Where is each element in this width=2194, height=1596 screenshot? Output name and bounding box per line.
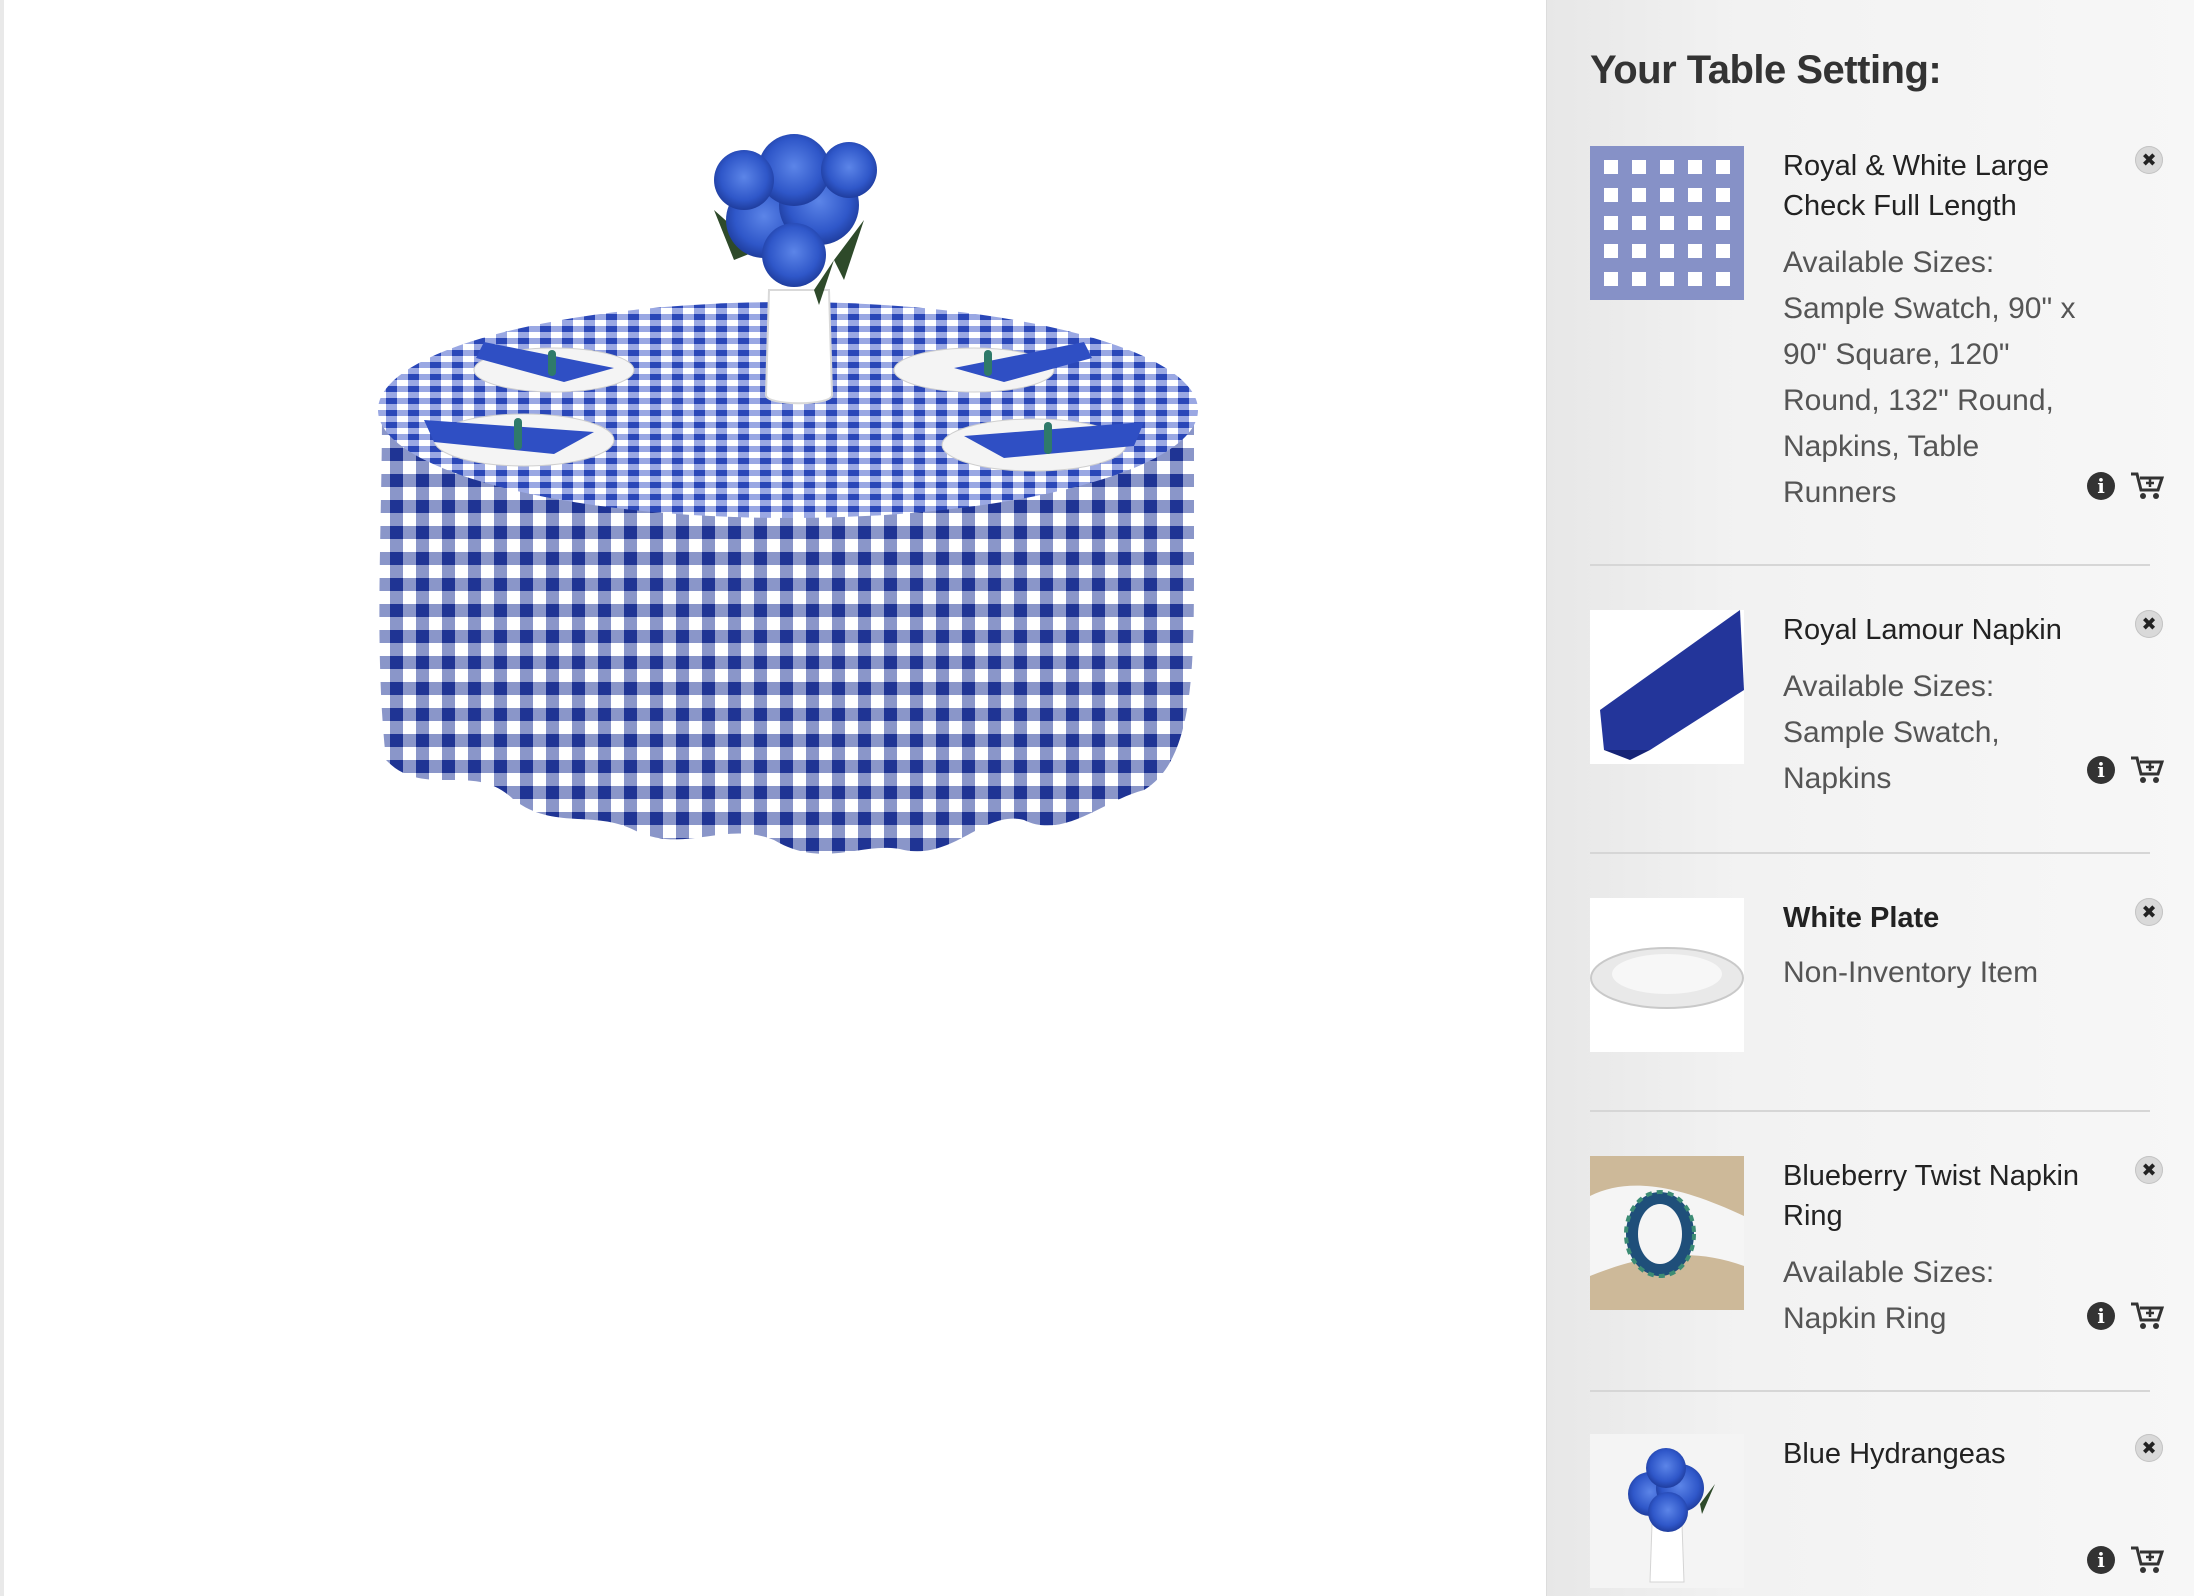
available-sizes: Napkin Ring [1783, 1302, 1947, 1335]
item-name[interactable]: White Plate [1783, 898, 2083, 938]
divider [1590, 564, 2150, 566]
remove-item-button[interactable]: ✖ [2135, 610, 2163, 638]
info-button[interactable]: i [2087, 1302, 2115, 1330]
info-button[interactable]: i [2087, 1546, 2115, 1574]
remove-item-button[interactable]: ✖ [2135, 146, 2163, 174]
close-icon: ✖ [2141, 149, 2157, 170]
cart-icon[interactable] [2130, 1544, 2164, 1574]
cart-icon[interactable] [2130, 754, 2164, 784]
napkin-ring-thumbnail[interactable] [1590, 1156, 1744, 1310]
item-name[interactable]: Royal Lamour Napkin [1783, 610, 2083, 650]
close-icon: ✖ [2141, 1159, 2157, 1180]
close-icon: ✖ [2141, 613, 2157, 634]
item-name[interactable]: Blueberry Twist Napkin Ring [1783, 1156, 2083, 1236]
close-icon: ✖ [2141, 901, 2157, 922]
setting-item-napkin-ring: Blueberry Twist Napkin Ring Available Si… [1590, 1156, 2164, 1346]
setting-item-napkin: Royal Lamour Napkin Available Sizes: Sam… [1590, 610, 2164, 810]
napkin-thumbnail[interactable] [1590, 610, 1744, 764]
remove-item-button[interactable]: ✖ [2135, 898, 2163, 926]
cart-icon[interactable] [2130, 1300, 2164, 1330]
table-setting-panel: Your Table Setting: Royal & White Large … [1546, 0, 2194, 1596]
available-sizes: Sample Swatch, Napkins [1783, 716, 2000, 795]
divider [1590, 852, 2150, 854]
divider [1590, 1110, 2150, 1112]
plate-thumbnail[interactable] [1590, 898, 1744, 1052]
available-sizes: Sample Swatch, 90" x 90" Square, 120" Ro… [1783, 292, 2076, 509]
info-icon: i [2097, 1548, 2105, 1572]
item-note: Non-Inventory Item [1783, 956, 2039, 989]
setting-item-plate: White Plate Non-Inventory Item ✖ [1590, 898, 2163, 1068]
remove-item-button[interactable]: ✖ [2135, 1434, 2163, 1462]
available-sizes-label: Available Sizes: [1783, 1256, 1995, 1289]
table-preview-stage [4, 0, 1546, 1596]
available-sizes-label: Available Sizes: [1783, 670, 1995, 703]
info-button[interactable]: i [2087, 756, 2115, 784]
vase [764, 289, 834, 405]
table-setting-preview-image [378, 134, 1198, 854]
cart-icon[interactable] [2130, 470, 2164, 500]
item-name[interactable]: Royal & White Large Check Full Length [1783, 146, 2083, 226]
remove-item-button[interactable]: ✖ [2135, 1156, 2163, 1184]
info-icon: i [2097, 474, 2105, 498]
info-icon: i [2097, 758, 2105, 782]
tablecloth-thumbnail[interactable] [1590, 146, 1744, 300]
available-sizes-label: Available Sizes: [1783, 246, 1995, 279]
setting-item-tablecloth: Royal & White Large Check Full Length Av… [1590, 146, 2164, 516]
panel-title: Your Table Setting: [1590, 48, 1942, 92]
info-icon: i [2097, 1304, 2105, 1328]
info-button[interactable]: i [2087, 472, 2115, 500]
hydrangea-bouquet [714, 134, 877, 305]
divider [1590, 1390, 2150, 1392]
hydrangeas-thumbnail[interactable] [1590, 1434, 1744, 1588]
close-icon: ✖ [2141, 1437, 2157, 1458]
setting-item-hydrangeas: Blue Hydrangeas ✖ i [1590, 1434, 2164, 1594]
item-name[interactable]: Blue Hydrangeas [1783, 1434, 2083, 1474]
